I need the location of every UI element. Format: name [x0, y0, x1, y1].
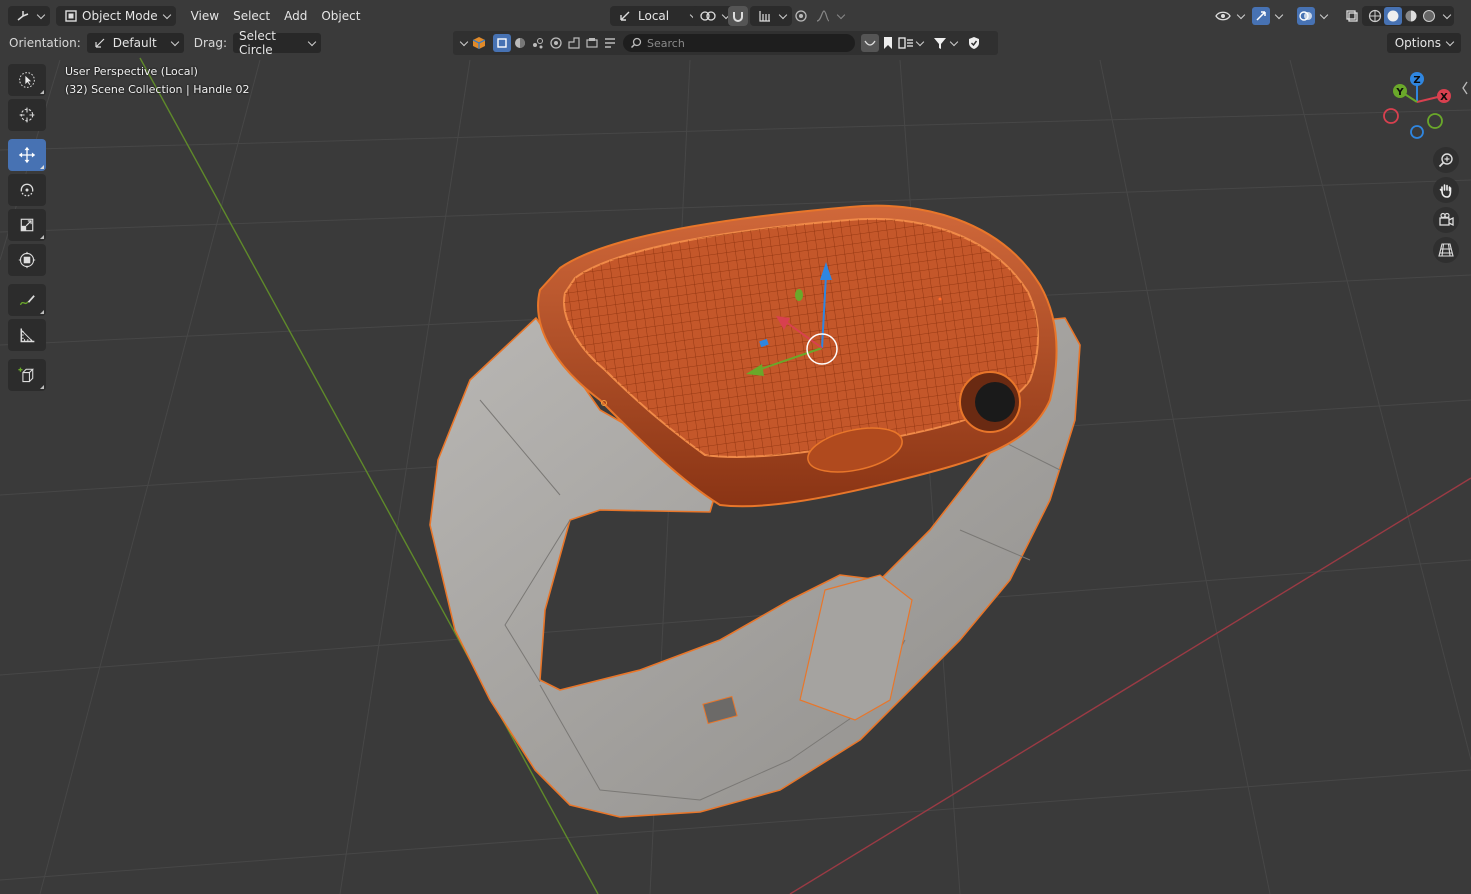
display-mode-icon[interactable]	[897, 34, 915, 52]
particles-filter-icon[interactable]	[529, 34, 547, 52]
move-arrows-icon	[18, 146, 36, 164]
gizmo-y-label: Y	[1395, 87, 1404, 98]
rotate-tool[interactable]	[8, 174, 46, 206]
transform-tool[interactable]	[8, 244, 46, 276]
options-dropdown[interactable]: Options	[1386, 33, 1461, 53]
hand-pan-icon	[1437, 181, 1455, 199]
measure-tool[interactable]	[8, 319, 46, 351]
mesh-shape-icon[interactable]	[861, 34, 879, 52]
object-filter-icon[interactable]	[493, 34, 511, 52]
filter-bar: Search	[453, 31, 998, 55]
editor-type-dropdown[interactable]	[8, 6, 50, 26]
menu-view[interactable]: View	[184, 6, 226, 26]
drag-label: Drag:	[193, 36, 227, 50]
sidebar-toggle-chevron[interactable]	[1461, 78, 1469, 98]
gizmo-neg-x[interactable]	[1383, 108, 1399, 124]
tool-shelf	[8, 64, 48, 394]
mode-dropdown[interactable]: Object Mode	[56, 6, 176, 26]
viewport-editor-icon	[14, 7, 32, 25]
falloff-dropdown[interactable]	[808, 6, 850, 26]
gizmo-neg-z[interactable]	[1410, 125, 1424, 139]
zoom-magnifier-icon	[1437, 151, 1455, 169]
cursor-tool[interactable]	[8, 99, 46, 131]
search-field[interactable]: Search	[623, 34, 855, 52]
annotate-tool[interactable]	[8, 284, 46, 316]
filter-funnel-icon[interactable]	[931, 34, 949, 52]
visibility-dropdown[interactable]	[1208, 6, 1250, 26]
collection-info: (32) Scene Collection | Handle 02	[65, 83, 250, 96]
ruler-icon	[18, 326, 36, 344]
rotate-icon	[18, 181, 36, 199]
light-filter-icon[interactable]	[547, 34, 565, 52]
eye-icon	[1214, 7, 1232, 25]
collapse-chevron[interactable]	[459, 37, 469, 46]
orientation-axes-icon	[93, 34, 107, 52]
viewport-scene[interactable]	[0, 0, 1471, 894]
cursor-select-icon	[18, 71, 36, 89]
transform-icon	[18, 251, 36, 269]
transform-orientation-dropdown[interactable]: Local	[610, 6, 704, 26]
display-mode-chevron[interactable]	[915, 37, 925, 46]
collection-filter-icon[interactable]	[583, 34, 601, 52]
camera-view-button[interactable]	[1433, 207, 1459, 233]
gizmo-x-label: X	[1440, 92, 1448, 103]
gizmo-z-label: Z	[1413, 75, 1420, 86]
pivot-icon	[699, 7, 717, 25]
3d-cursor-icon	[18, 106, 36, 124]
gizmo-neg-y[interactable]	[1427, 113, 1443, 129]
wireframe-shading-icon[interactable]	[1366, 7, 1384, 25]
gizmo-icon	[1252, 7, 1270, 25]
scene-cube-icon[interactable]	[471, 34, 487, 52]
camera-icon	[1437, 211, 1455, 229]
options-label: Options	[1394, 36, 1441, 50]
orientation-icon	[616, 7, 634, 25]
menu-object[interactable]: Object	[314, 6, 367, 26]
scale-icon	[18, 216, 36, 234]
viewport-header: Object Mode View Select Add Object Local	[0, 3, 1471, 29]
solid-shading-icon[interactable]	[1384, 7, 1402, 25]
falloff-curve-icon	[814, 7, 832, 25]
filter-chevron[interactable]	[949, 37, 959, 46]
snap-toggle[interactable]	[728, 6, 748, 26]
magnet-icon	[730, 7, 746, 25]
scale-tool[interactable]	[8, 209, 46, 241]
orientation-dropdown[interactable]: Default	[86, 33, 184, 53]
add-cube-tool[interactable]	[8, 359, 46, 391]
mode-label: Object Mode	[82, 9, 158, 23]
shading-modes	[1362, 6, 1454, 26]
object-mode-icon	[62, 7, 80, 25]
search-icon	[629, 34, 643, 52]
menu-select[interactable]: Select	[226, 6, 277, 26]
snap-grid-icon	[756, 7, 774, 25]
gizmo-toggle[interactable]	[1246, 6, 1288, 26]
text-filter-icon[interactable]	[601, 34, 619, 52]
pan-button[interactable]	[1433, 177, 1459, 203]
bookmark-icon[interactable]	[879, 34, 897, 52]
shield-icon[interactable]	[965, 34, 983, 52]
rendered-shading-icon[interactable]	[1420, 7, 1438, 25]
search-placeholder: Search	[647, 36, 685, 50]
drag-dropdown[interactable]: Select Circle	[232, 29, 321, 57]
move-tool[interactable]	[8, 139, 46, 171]
perspective-toggle-button[interactable]	[1433, 237, 1459, 263]
orientation-label: Orientation:	[9, 36, 81, 50]
overlay-toggle[interactable]	[1291, 6, 1333, 26]
orientation-dropdown-value: Default	[112, 36, 157, 50]
modifier-filter-icon[interactable]	[565, 34, 583, 52]
3d-viewport[interactable]	[0, 0, 1471, 894]
add-cube-icon	[18, 366, 36, 384]
pen-annotate-icon	[18, 291, 36, 309]
select-tool[interactable]	[8, 64, 46, 96]
navigation-gizmo[interactable]: Z X Y	[1379, 68, 1461, 150]
material-shading-icon[interactable]	[1402, 7, 1420, 25]
perspective-grid-icon	[1437, 241, 1455, 259]
menu-add[interactable]: Add	[277, 6, 314, 26]
zoom-button[interactable]	[1433, 147, 1459, 173]
overlay-icon	[1297, 7, 1315, 25]
orientation-value: Local	[638, 9, 670, 23]
view-name: User Perspective (Local)	[65, 65, 198, 78]
drag-dropdown-value: Select Circle	[238, 29, 277, 57]
xray-icon	[1343, 7, 1361, 25]
sphere-filter-icon[interactable]	[511, 34, 529, 52]
